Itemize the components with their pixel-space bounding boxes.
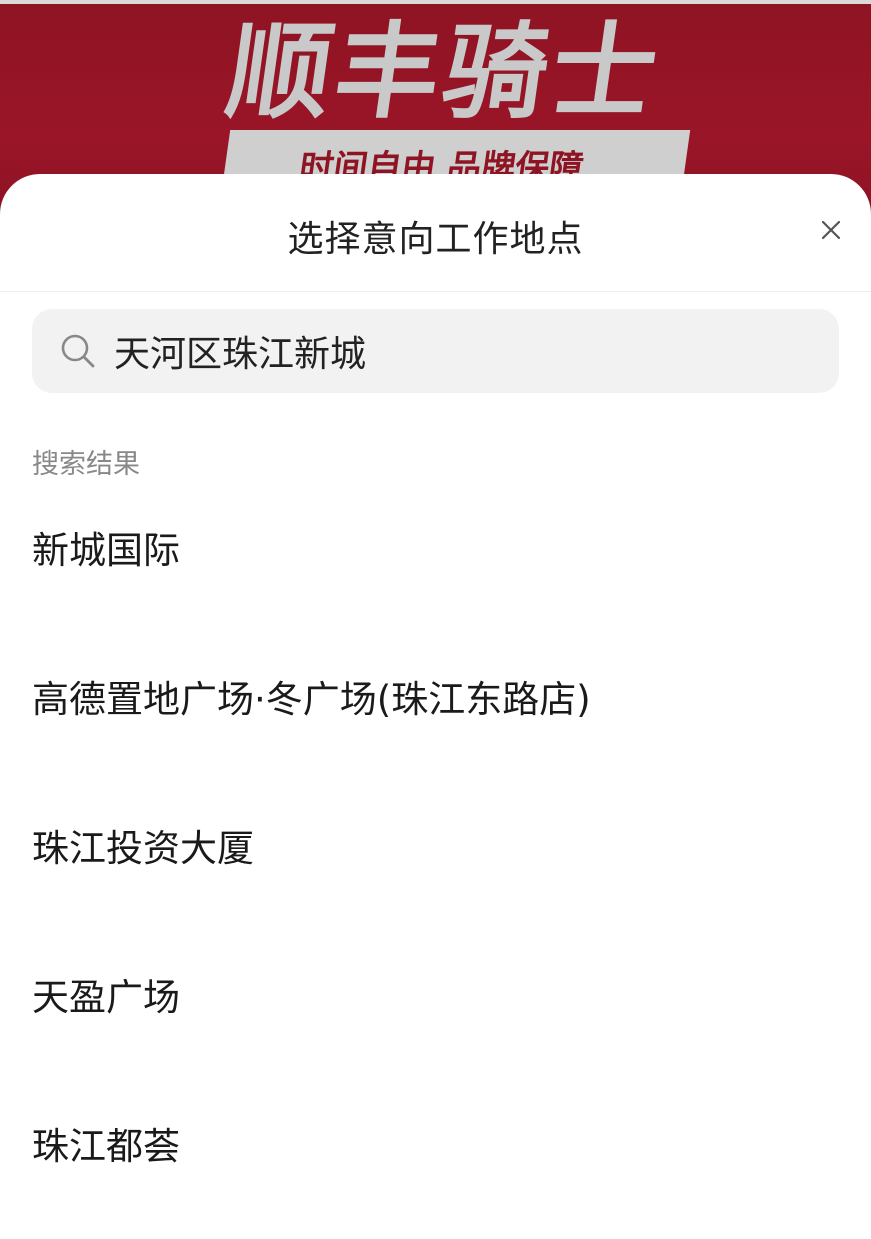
location-picker-sheet: 选择意向工作地点 搜索结果 新城国际 高德置地广场·冬广场(珠江东路店) 珠江投… [0, 174, 871, 1200]
result-item[interactable]: 天盈广场 [0, 941, 871, 1090]
banner-top-edge [0, 0, 871, 4]
close-button[interactable] [813, 212, 849, 248]
sheet-title: 选择意向工作地点 [287, 219, 584, 260]
result-item[interactable]: 新城国际 [0, 494, 871, 643]
banner-title: 顺丰骑士 [219, 11, 669, 133]
result-item[interactable]: 珠江投资大厦 [0, 792, 871, 941]
results-section-label: 搜索结果 [32, 449, 140, 480]
sheet-header: 选择意向工作地点 [0, 174, 871, 292]
search-icon [61, 334, 95, 368]
result-item[interactable]: 高德置地广场·冬广场(珠江东路店) [0, 643, 871, 792]
search-box[interactable] [32, 309, 839, 393]
results-list: 新城国际 高德置地广场·冬广场(珠江东路店) 珠江投资大厦 天盈广场 珠江都荟 [0, 494, 871, 1239]
search-input[interactable] [114, 309, 814, 393]
close-icon [821, 220, 841, 240]
result-item[interactable]: 珠江都荟 [0, 1090, 871, 1239]
